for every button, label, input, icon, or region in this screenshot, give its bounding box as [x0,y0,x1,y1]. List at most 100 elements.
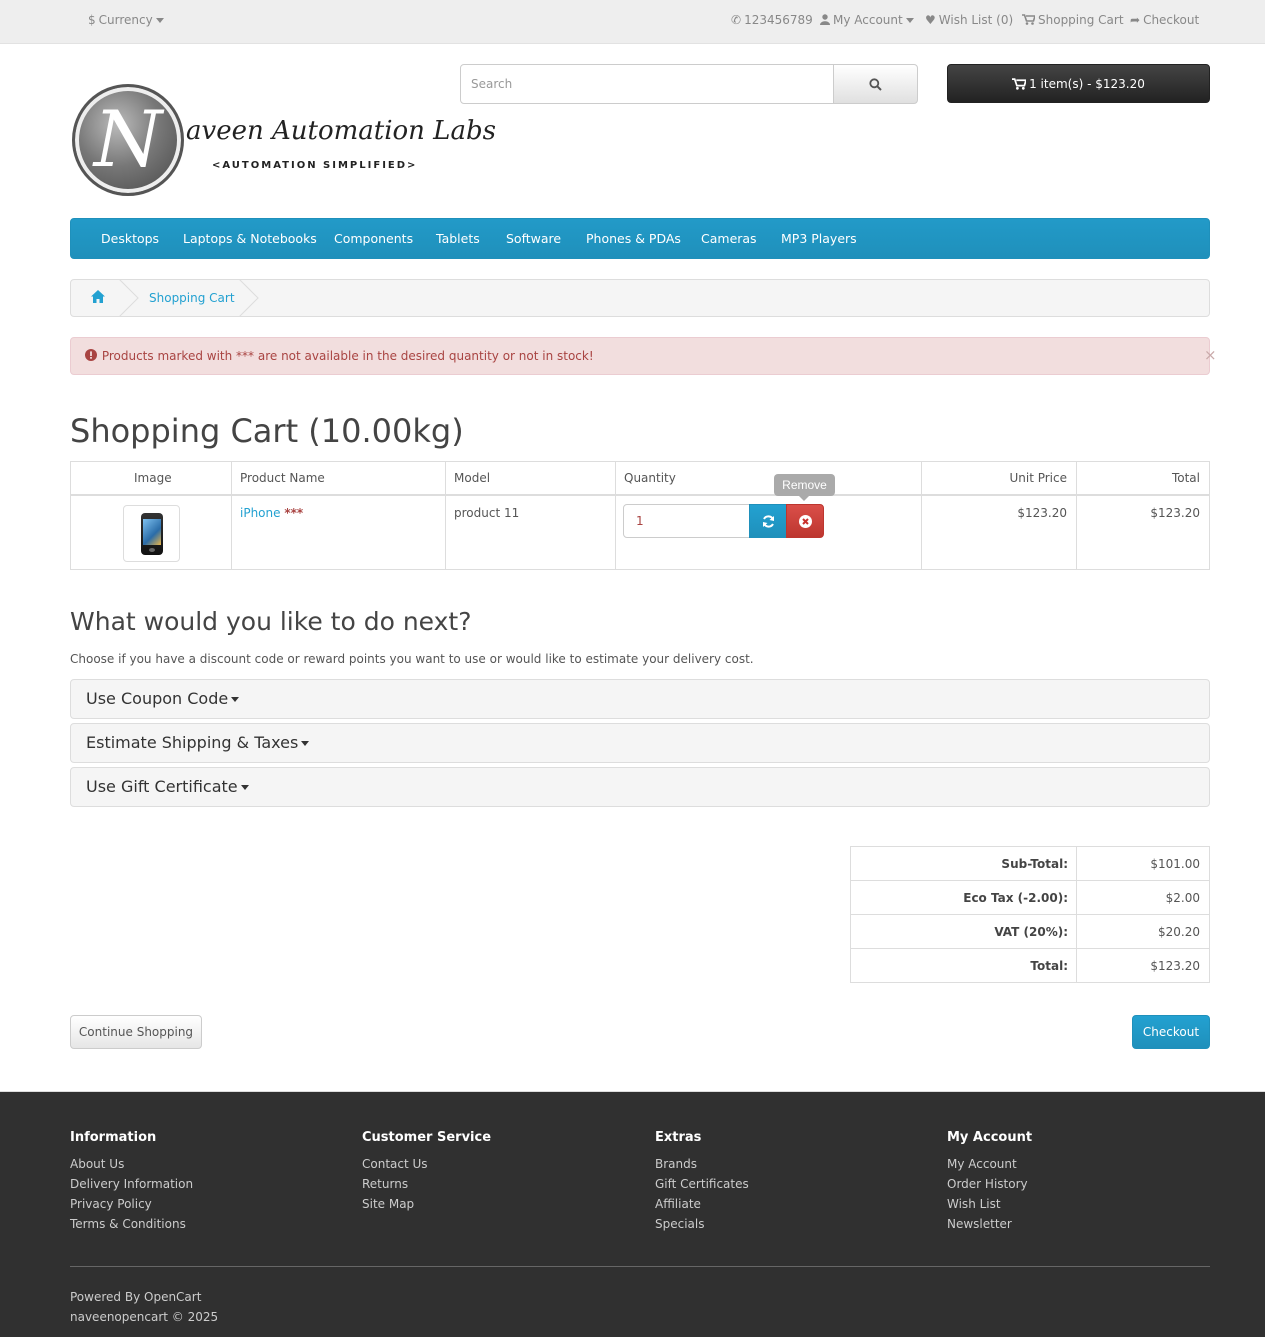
search-input[interactable] [460,64,834,104]
footer-column-my-account: My Account My Account Order History Wish… [947,1130,1032,1234]
header-quantity: Quantity [624,471,676,485]
footer-column-extras: Extras Brands Gift Certificates Affiliat… [655,1130,749,1234]
main-menu: Desktops Laptops & Notebooks Components … [70,218,1210,259]
menu-item-desktops[interactable]: Desktops [101,231,159,246]
opencart-link[interactable]: OpenCart [144,1290,201,1304]
footer-column-information: Information About Us Delivery Informatio… [70,1130,193,1234]
wish-list-link[interactable]: ♥ Wish List (0) [925,13,1013,27]
breadcrumb: Shopping Cart [70,279,1210,317]
totals-value: $2.00 [1165,891,1200,905]
footer-link[interactable]: Order History [947,1174,1032,1194]
footer-link[interactable]: Delivery Information [70,1174,193,1194]
product-name-link[interactable]: iPhone [240,506,281,520]
header-unit-price: Unit Price [1009,471,1067,485]
checkout-label: Checkout [1143,13,1200,27]
footer-link[interactable]: Brands [655,1154,749,1174]
dollar-icon: $ [88,13,96,27]
product-thumbnail[interactable] [123,505,180,562]
next-section-description: Choose if you have a discount code or re… [70,652,754,666]
out-of-stock-marker: *** [284,506,304,520]
footer-divider [70,1266,1210,1267]
totals-value: $101.00 [1150,857,1200,871]
shipping-panel[interactable]: Estimate Shipping & Taxes [70,723,1210,763]
stock-alert: Products marked with *** are not availab… [70,337,1217,375]
breadcrumb-shopping-cart[interactable]: Shopping Cart [149,291,235,305]
phone-link[interactable]: ✆ 123456789 [731,13,813,27]
continue-shopping-button[interactable]: Continue Shopping [70,1015,202,1049]
phone-number: 123456789 [744,13,813,27]
logo-tagline: <AUTOMATION SIMPLIFIED> [212,160,418,171]
totals-label: Total: [1030,959,1068,973]
totals-value: $123.20 [1150,959,1200,973]
site-logo[interactable]: N aveen Automation Labs <AUTOMATION SIMP… [70,82,496,200]
alert-message: Products marked with *** are not availab… [101,349,594,363]
footer-link[interactable]: About Us [70,1154,193,1174]
my-account-dropdown[interactable]: My Account [820,13,914,27]
share-icon: ➦ [1130,13,1141,27]
refresh-icon [762,514,774,528]
shopping-cart-link[interactable]: Shopping Cart [1022,13,1124,27]
coupon-panel-label: Use Coupon Code [86,689,229,708]
menu-item-laptops[interactable]: Laptops & Notebooks [183,231,317,246]
home-icon[interactable] [91,290,105,303]
search-button[interactable] [833,64,918,104]
footer-link[interactable]: Privacy Policy [70,1194,193,1214]
caret-down-icon [301,741,310,746]
totals-row: VAT (20%): $20.20 [851,915,1209,949]
footer-link[interactable]: Gift Certificates [655,1174,749,1194]
breadcrumb-separator [119,279,139,317]
gift-certificate-panel[interactable]: Use Gift Certificate [70,767,1210,807]
update-button[interactable] [749,504,787,538]
footer-link[interactable]: Site Map [362,1194,491,1214]
quantity-input[interactable] [623,504,750,538]
totals-value: $20.20 [1158,925,1200,939]
footer-heading: Information [70,1130,157,1145]
menu-item-phones[interactable]: Phones & PDAs [586,231,681,246]
search-bar [460,64,918,104]
totals-row: Sub-Total: $101.00 [851,847,1209,881]
checkout-link[interactable]: ➦ Checkout [1130,13,1199,27]
logo-name: aveen Automation Labs [186,116,496,146]
alert-close-button[interactable]: × [1204,346,1217,364]
phone-icon: ✆ [731,13,742,27]
header-product-name: Product Name [240,471,325,485]
alert-text: Products marked with *** are not availab… [85,349,594,363]
menu-item-mp3-players[interactable]: MP3 Players [781,231,857,246]
footer-heading: Customer Service [362,1130,492,1145]
menu-item-cameras[interactable]: Cameras [701,231,757,246]
coupon-panel[interactable]: Use Coupon Code [70,679,1210,719]
user-icon [820,14,830,25]
chevron-down-icon [905,18,914,23]
logo-emblem: N [72,84,184,196]
menu-item-software[interactable]: Software [506,231,561,246]
currency-dropdown[interactable]: $ Currency [88,13,164,27]
footer-link[interactable]: Specials [655,1214,749,1234]
powered-by-prefix: Powered By [70,1290,141,1304]
cart-summary-button[interactable]: 1 item(s) - $123.20 [947,64,1210,103]
exclamation-circle-icon [85,349,97,361]
wish-list-label: Wish List (0) [938,13,1014,27]
menu-item-tablets[interactable]: Tablets [436,231,480,246]
iphone-image [141,513,163,555]
footer-link[interactable]: Affiliate [655,1194,749,1214]
checkout-button[interactable]: Checkout [1132,1015,1210,1049]
totals-label: Eco Tax (-2.00): [963,891,1068,905]
footer-link[interactable]: My Account [947,1154,1032,1174]
next-section-title: What would you like to do next? [70,607,472,636]
totals-row: Eco Tax (-2.00): $2.00 [851,881,1209,915]
footer-heading: My Account [947,1130,1033,1145]
copyright: naveenopencart © 2025 [70,1310,219,1324]
footer-link[interactable]: Wish List [947,1194,1032,1214]
footer-link[interactable]: Terms & Conditions [70,1214,193,1234]
top-bar: $ Currency ✆ 123456789 My Account ♥ Wish Li… [0,0,1265,44]
breadcrumb-separator [239,279,259,317]
footer-link[interactable]: Newsletter [947,1214,1032,1234]
header-total: Total [1171,471,1200,485]
totals-label: VAT (20%): [994,925,1068,939]
footer-link[interactable]: Contact Us [362,1154,491,1174]
menu-item-components[interactable]: Components [334,231,413,246]
footer-link[interactable]: Returns [362,1174,491,1194]
totals-row: Total: $123.20 [851,949,1209,983]
caret-down-icon [231,697,240,702]
remove-button[interactable] [786,504,824,538]
